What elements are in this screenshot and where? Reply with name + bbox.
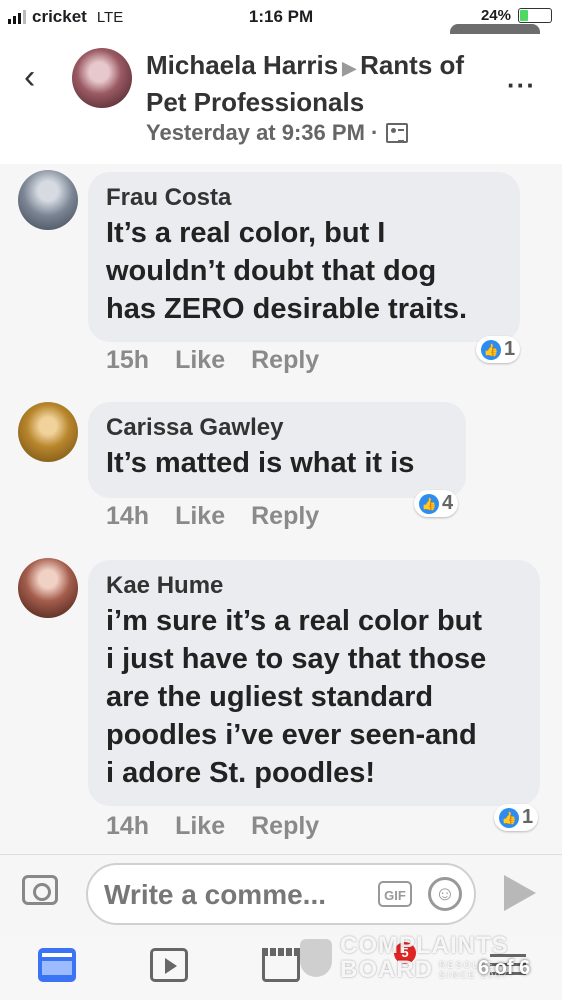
comment-time: 14h [106, 812, 150, 840]
thumbs-up-icon: 👍 [419, 493, 439, 514]
comment-actions: 14h Like Reply [106, 812, 319, 841]
camera-icon[interactable] [22, 875, 58, 905]
reaction-count[interactable]: 👍 4 [414, 490, 459, 517]
comment-actions: 15h Like Reply [106, 346, 319, 375]
thumbs-up-icon: 👍 [481, 339, 501, 360]
arrow-right-icon: ▶ [342, 58, 357, 78]
comment-text-line: It’s matted is what it is [106, 447, 415, 479]
commenter-name[interactable]: Kae Hume [106, 570, 522, 602]
watermark-line1: COMPLAINTS [340, 932, 509, 959]
shield-logo-icon [300, 939, 332, 977]
author-name[interactable]: Michaela Harris [146, 50, 338, 80]
comment-bubble: Frau Costa It’s a real color, but I woul… [88, 172, 520, 342]
reaction-count[interactable]: 👍 1 [494, 804, 539, 831]
group-audience-icon [386, 123, 409, 143]
commenter-name[interactable]: Carissa Gawley [106, 412, 448, 444]
marketplace-icon[interactable] [262, 948, 300, 982]
comment-actions: 14h Like Reply [106, 502, 319, 531]
send-icon[interactable] [504, 875, 536, 911]
comment-time: 15h [106, 346, 150, 374]
commenter-avatar[interactable] [18, 558, 78, 618]
comment-text-line: i just have to say that those [106, 643, 487, 675]
comment-text-line: It’s a real color, but I [106, 217, 386, 249]
author-avatar[interactable] [72, 48, 132, 108]
battery-percent: 24% [480, 7, 511, 24]
news-feed-icon[interactable] [38, 948, 76, 982]
thumbs-up-icon: 👍 [499, 807, 519, 828]
like-button[interactable]: Like [175, 346, 225, 375]
comment-text-line: poodles i’ve ever seen-and [106, 719, 477, 751]
back-chevron-icon[interactable]: ‹ [24, 60, 48, 94]
reply-button[interactable]: Reply [251, 502, 319, 531]
comment-text-line: are the ugliest standard [106, 681, 434, 713]
commenter-avatar[interactable] [18, 170, 78, 230]
reaction-count[interactable]: 👍 1 [476, 336, 521, 363]
comment-composer: Write a comme... GIF ☺ [0, 854, 562, 937]
image-pager: 6 of 6 [478, 957, 531, 979]
reaction-number: 1 [522, 806, 534, 828]
reaction-number: 4 [442, 492, 454, 514]
comment-input-placeholder: Write a comme... [104, 879, 327, 910]
comment-bubble: Kae Hume i’m sure it’s a real color but … [88, 560, 540, 806]
comment-text-line: wouldn’t doubt that dog [106, 255, 437, 287]
post-header: ‹ Michaela Harris ▶ Rants of Pet Professio… [0, 34, 562, 164]
emoji-icon[interactable]: ☺ [428, 877, 462, 911]
status-indicators: 24% [481, 7, 552, 24]
like-button[interactable]: Like [175, 502, 225, 531]
commenter-name[interactable]: Frau Costa [106, 182, 502, 214]
comments-list: Frau Costa It’s a real color, but I woul… [0, 164, 562, 854]
reply-button[interactable]: Reply [251, 812, 319, 841]
comment-text-line: has ZERO desirable traits. [106, 293, 468, 325]
comment-input[interactable]: Write a comme... GIF ☺ [86, 863, 476, 925]
battery-icon [518, 8, 552, 23]
like-button[interactable]: Like [175, 812, 225, 841]
post-title: Michaela Harris ▶ Rants of Pet Professiona… [146, 48, 476, 119]
gif-icon[interactable]: GIF [378, 881, 412, 907]
comment-bubble: Carissa Gawley It’s matted is what it is [88, 402, 466, 498]
commenter-avatar[interactable] [18, 402, 78, 462]
comment-text-line: i adore St. poodles! [106, 757, 376, 789]
comment-time: 14h [106, 502, 150, 530]
post-timestamp: Yesterday at 9:36 PM · [146, 120, 379, 145]
reaction-number: 1 [504, 338, 516, 360]
watch-video-icon[interactable] [150, 948, 188, 982]
reply-button[interactable]: Reply [251, 346, 319, 375]
watermark-line2: BOARD [340, 956, 433, 983]
comment-text-line: i’m sure it’s a real color but [106, 605, 483, 637]
post-meta: Yesterday at 9:36 PM · [146, 120, 409, 146]
more-options-icon[interactable]: ··· [507, 70, 536, 101]
